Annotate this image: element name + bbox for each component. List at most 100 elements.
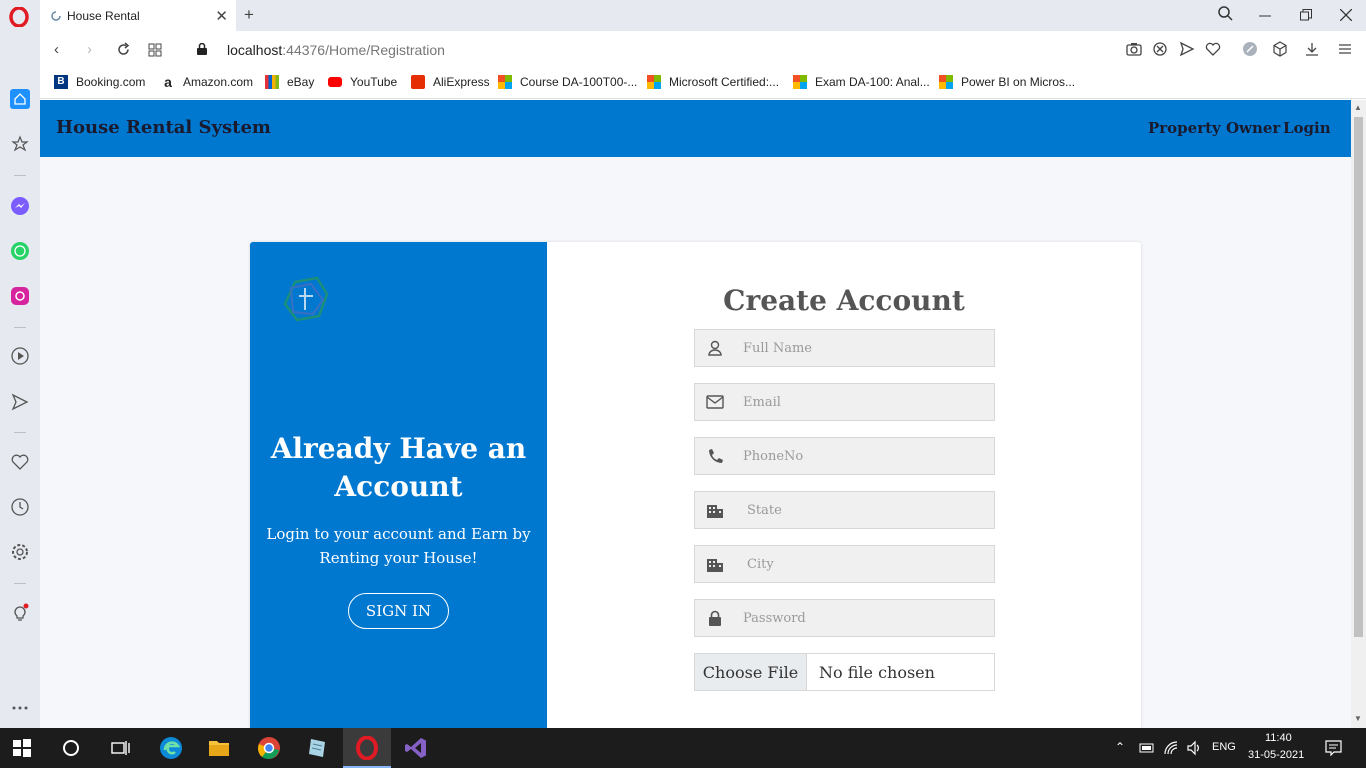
camera-icon[interactable] <box>1126 41 1142 57</box>
full-name-field[interactable] <box>694 329 995 367</box>
phone-field[interactable] <box>694 437 995 475</box>
adblock-icon[interactable] <box>1152 41 1168 57</box>
phone-input[interactable] <box>743 438 983 474</box>
opera-taskbar-icon[interactable] <box>355 736 379 760</box>
aliexpress-icon <box>411 75 425 89</box>
more-icon[interactable] <box>10 698 30 718</box>
minimize-icon[interactable] <box>1259 14 1271 18</box>
file-upload-field[interactable]: Choose File No file chosen <box>694 653 995 691</box>
search-circle-icon[interactable] <box>61 738 81 758</box>
heart-icon[interactable] <box>1205 41 1221 57</box>
sidebar-divider <box>14 327 26 328</box>
whatsapp-icon[interactable] <box>10 241 30 261</box>
url-path: :44376/Home/Registration <box>282 42 445 58</box>
player-icon[interactable] <box>10 346 30 366</box>
battery-icon[interactable] <box>1139 741 1155 755</box>
email-field[interactable] <box>694 383 995 421</box>
lightbulb-icon[interactable] <box>10 603 30 623</box>
language-indicator[interactable]: ENG <box>1212 741 1236 753</box>
notepad-icon[interactable] <box>305 736 329 760</box>
microsoft-icon <box>939 75 953 89</box>
messenger-icon[interactable] <box>10 196 30 216</box>
bookmark-aliexpress[interactable]: AliExpress <box>411 75 490 89</box>
task-view-icon[interactable] <box>110 738 130 758</box>
page-scrollbar[interactable]: ▲ ▼ <box>1351 100 1366 728</box>
download-icon[interactable] <box>1304 41 1320 57</box>
clock-time[interactable]: 11:40 <box>1265 732 1292 744</box>
search-icon[interactable] <box>1217 5 1233 21</box>
scroll-down-icon[interactable]: ▼ <box>1354 714 1362 723</box>
speed-dial-icon[interactable] <box>10 134 30 154</box>
tray-chevron-icon[interactable]: ⌃ <box>1115 740 1125 754</box>
menu-icon[interactable] <box>1337 41 1353 57</box>
lock-icon <box>709 610 721 626</box>
bookmark-youtube[interactable]: YouTube <box>328 75 397 89</box>
email-input[interactable] <box>743 384 983 420</box>
password-field[interactable] <box>694 599 995 637</box>
nav-link-property-owner[interactable]: Property Owner <box>1148 119 1280 137</box>
close-window-icon[interactable] <box>1340 9 1352 21</box>
city-input[interactable] <box>747 546 987 582</box>
visual-studio-icon[interactable] <box>404 736 428 760</box>
bookmark-certified[interactable]: Microsoft Certified:... <box>647 75 779 89</box>
bookmark-booking[interactable]: B Booking.com <box>54 75 145 89</box>
opera-logo-icon[interactable] <box>9 7 29 27</box>
scroll-up-icon[interactable]: ▲ <box>1354 103 1362 112</box>
state-field[interactable] <box>694 491 995 529</box>
back-icon[interactable]: ‹ <box>54 41 59 58</box>
bookmark-powerbi[interactable]: Power BI on Micros... <box>939 75 1075 89</box>
bookmark-course[interactable]: Course DA-100T00-... <box>498 75 637 89</box>
microsoft-icon <box>647 75 661 89</box>
clock-date[interactable]: 31-05-2021 <box>1248 749 1304 761</box>
settings-gear-icon[interactable] <box>10 542 30 562</box>
instagram-icon[interactable] <box>10 286 30 306</box>
choose-file-button[interactable]: Choose File <box>695 654 807 690</box>
nav-link-login[interactable]: Login <box>1283 119 1331 137</box>
flow-send-icon[interactable] <box>10 392 30 412</box>
bookmark-label: eBay <box>287 75 315 89</box>
send-icon[interactable] <box>1179 41 1195 57</box>
chrome-icon[interactable] <box>257 736 281 760</box>
signin-panel: Already Have an Account Login to your ac… <box>250 242 547 728</box>
city-field[interactable] <box>694 545 995 583</box>
site-brand[interactable]: House Rental System <box>56 117 271 138</box>
password-input[interactable] <box>743 600 983 636</box>
ebay-icon <box>265 75 279 89</box>
tabs-grid-icon[interactable] <box>148 43 162 57</box>
bookmark-label: Booking.com <box>76 75 146 89</box>
home-icon[interactable] <box>10 89 30 109</box>
sign-in-button[interactable]: SIGN IN <box>348 593 449 629</box>
browser-tab[interactable]: House Rental ✕ <box>40 0 236 31</box>
registration-card: Already Have an Account Login to your ac… <box>250 242 1141 728</box>
full-name-input[interactable] <box>743 330 983 366</box>
sidebar-divider <box>14 432 26 433</box>
amazon-icon: a <box>164 74 172 90</box>
windows-taskbar: ⌃ ENG 11:40 31-05-2021 <box>0 728 1366 768</box>
bookmark-ebay[interactable]: eBay <box>265 75 314 89</box>
close-tab-icon[interactable]: ✕ <box>215 7 228 25</box>
bookmark-label: AliExpress <box>433 75 490 89</box>
restore-icon[interactable] <box>1300 9 1312 21</box>
edge-icon[interactable] <box>159 736 183 760</box>
bookmark-amazon[interactable]: a Amazon.com <box>161 75 253 89</box>
scrollbar-thumb[interactable] <box>1354 117 1363 637</box>
state-input[interactable] <box>747 492 987 528</box>
history-icon[interactable] <box>10 497 30 517</box>
windows-start-icon[interactable] <box>12 738 32 758</box>
browser-tab-strip: House Rental ✕ + <box>0 0 1366 31</box>
forward-icon[interactable]: › <box>87 41 92 58</box>
cube-icon[interactable] <box>1272 41 1288 57</box>
create-account-title: Create Account <box>723 284 965 317</box>
bookmark-exam[interactable]: Exam DA-100: Anal... <box>793 75 930 89</box>
easy-setup-icon[interactable] <box>1242 41 1258 57</box>
reload-icon[interactable] <box>116 42 131 57</box>
file-explorer-icon[interactable] <box>207 736 231 760</box>
volume-icon[interactable] <box>1186 740 1202 756</box>
url-field[interactable]: localhost:44376/Home/Registration <box>227 42 445 58</box>
bookmark-label: Course DA-100T00-... <box>520 75 638 89</box>
notifications-icon[interactable] <box>1325 740 1342 756</box>
new-tab-icon[interactable]: + <box>244 5 254 25</box>
lock-icon[interactable] <box>197 43 207 55</box>
bookmarks-heart-icon[interactable] <box>10 452 30 472</box>
wifi-icon[interactable] <box>1163 740 1179 756</box>
